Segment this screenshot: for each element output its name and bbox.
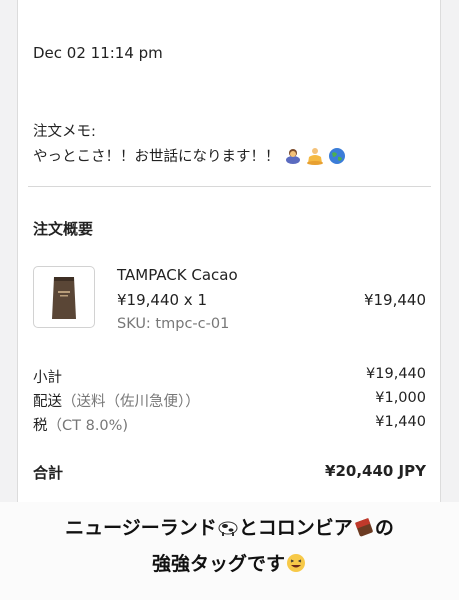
section-divider <box>28 186 431 187</box>
total-label: 合計 <box>33 464 64 482</box>
cow-icon <box>217 513 239 536</box>
order-memo-text: やっとこさ！！お世話になります！！ <box>33 149 280 165</box>
tax-row: 税（CT 8.0%) ¥1,440 <box>33 414 426 435</box>
image-caption: ニュージーランド とコロンビアの 強強タッグです <box>0 502 459 600</box>
tax-value: ¥1,440 <box>375 414 426 430</box>
product-price-quantity: ¥19,440 x 1 <box>117 291 207 309</box>
caption-text-a: ニュージーランド <box>65 517 217 539</box>
person-meditating-icon <box>306 147 324 165</box>
chocolate-bar-icon <box>353 513 375 537</box>
shipping-value: ¥1,000 <box>375 390 426 406</box>
caption-line-2: 強強タッグです <box>0 546 459 582</box>
caption-line-1: ニュージーランド とコロンビアの <box>0 502 459 546</box>
shipping-row: 配送（送料（佐川急便）） ¥1,000 <box>33 390 426 411</box>
subtotal-label: 小計 <box>33 370 62 386</box>
total-row: 合計 ¥20,440 JPY <box>33 462 426 483</box>
tax-note: （CT 8.0%) <box>47 418 129 434</box>
product-line-total: ¥19,440 <box>363 291 426 309</box>
bowing-person-icon <box>284 147 302 165</box>
caption-text-c: の <box>374 517 394 539</box>
subtotal-row: 小計 ¥19,440 <box>33 366 426 387</box>
order-memo-label: 注文メモ: <box>33 124 96 140</box>
shipping-label: 配送 <box>33 394 62 410</box>
order-summary-title: 注文概要 <box>33 220 94 238</box>
tax-label: 税 <box>33 418 48 434</box>
product-sku: SKU: tmpc-c-01 <box>117 316 230 332</box>
shipping-note: （送料（佐川急便）） <box>62 394 200 410</box>
total-value: ¥20,440 JPY <box>325 462 426 480</box>
grinning-squinting-face-icon <box>285 549 307 572</box>
caption-text-line2: 強強タッグです <box>151 553 285 575</box>
product-name[interactable]: TAMPACK Cacao <box>117 266 238 284</box>
order-date: Dec 02 11:14 pm <box>33 44 163 62</box>
globe-icon <box>328 147 346 165</box>
order-memo: やっとこさ！！お世話になります！！ <box>33 145 346 166</box>
product-thumbnail[interactable] <box>33 266 95 328</box>
coffee-bag-image <box>52 277 76 319</box>
subtotal-value: ¥19,440 <box>366 366 426 382</box>
caption-text-b: とコロンビア <box>238 517 353 539</box>
